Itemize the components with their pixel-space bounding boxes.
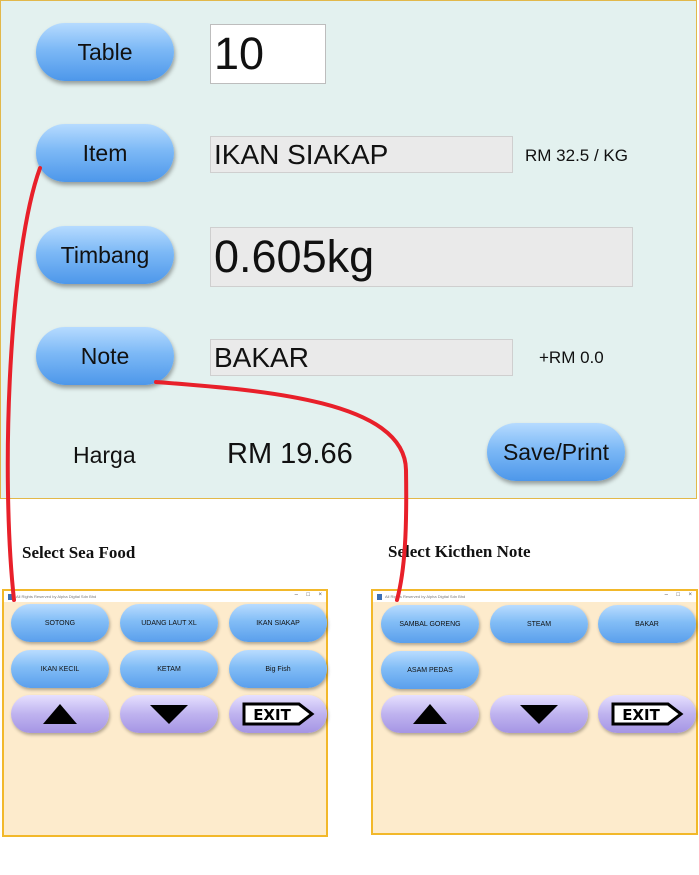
kitchen-note-label: ASAM PEDAS: [407, 666, 453, 674]
maximize-icon[interactable]: □: [306, 592, 310, 598]
scroll-up-button[interactable]: [381, 695, 479, 733]
kitchen-window-title: All Rights Reserved by Alpha Digital Sdn…: [385, 594, 466, 599]
item-unit-price: RM 32.5 / KG: [525, 146, 628, 165]
table-number-field[interactable]: 10: [210, 24, 326, 84]
seafood-item-button[interactable]: Big Fish: [229, 650, 327, 688]
triangle-up-icon: [43, 704, 77, 724]
note-field[interactable]: BAKAR: [210, 339, 513, 376]
maximize-icon[interactable]: □: [676, 592, 680, 598]
app-icon: [8, 593, 13, 600]
triangle-down-icon: [520, 704, 558, 724]
exit-icon: EXIT: [611, 702, 684, 726]
kitchen-note-button[interactable]: STEAM: [490, 605, 588, 643]
seafood-item-button[interactable]: IKAN KECIL: [11, 650, 109, 688]
minimize-icon[interactable]: –: [295, 592, 298, 598]
kitchen-note-button[interactable]: ASAM PEDAS: [381, 651, 479, 689]
kitchen-note-button[interactable]: BAKAR: [598, 605, 696, 643]
order-entry-panel: Table 10 Item IKAN SIAKAP RM 32.5 / KG T…: [0, 0, 697, 499]
save-print-button-label: Save/Print: [502, 438, 610, 465]
table-button-label: Table: [77, 38, 133, 65]
harga-value: RM 19.66: [227, 438, 353, 470]
exit-label: EXIT: [622, 706, 660, 724]
kitchen-note-button[interactable]: SAMBAL GORENG: [381, 605, 479, 643]
item-name-field[interactable]: IKAN SIAKAP: [210, 136, 513, 173]
triangle-down-icon: [150, 704, 188, 724]
save-print-button[interactable]: Save/Print: [487, 423, 625, 481]
exit-label: EXIT: [253, 706, 291, 724]
seafood-item-button[interactable]: KETAM: [120, 650, 218, 688]
note-button[interactable]: Note: [36, 327, 174, 385]
exit-button[interactable]: EXIT: [229, 695, 327, 733]
harga-label: Harga: [73, 442, 136, 468]
kitchen-note-caption: Select Kicthen Note: [388, 542, 531, 561]
kitchen-window-titlebar: All Rights Reserved by Alpha Digital Sdn…: [373, 591, 696, 602]
seafood-item-label: SOTONG: [44, 619, 76, 627]
note-button-label: Note: [80, 342, 130, 369]
seafood-window-titlebar: All Rights Reserved by Alpha Digital Sdn…: [4, 591, 326, 602]
weight-field[interactable]: 0.605kg: [210, 227, 633, 287]
seafood-item-label: IKAN KECIL: [40, 665, 80, 673]
close-icon[interactable]: ×: [318, 592, 322, 598]
seafood-item-label: UDANG LAUT XL: [141, 619, 197, 627]
item-button-label: Item: [82, 139, 128, 166]
app-icon: [377, 593, 382, 600]
item-button[interactable]: Item: [36, 124, 174, 182]
seafood-item-label: IKAN SIAKAP: [256, 619, 300, 627]
exit-icon: EXIT: [242, 702, 315, 726]
timbang-button[interactable]: Timbang: [36, 226, 174, 284]
close-icon[interactable]: ×: [688, 592, 692, 598]
table-button[interactable]: Table: [36, 23, 174, 81]
kitchen-note-label: BAKAR: [635, 620, 659, 628]
seafood-item-label: KETAM: [157, 665, 181, 673]
kitchen-note-label: STEAM: [526, 620, 552, 628]
scroll-down-button[interactable]: [490, 695, 588, 733]
timbang-button-label: Timbang: [60, 241, 150, 268]
seafood-caption: Select Sea Food: [22, 543, 136, 562]
minimize-icon[interactable]: –: [665, 592, 668, 598]
exit-button[interactable]: EXIT: [598, 695, 696, 733]
kitchen-note-label: SAMBAL GORENG: [399, 620, 461, 628]
seafood-item-button[interactable]: UDANG LAUT XL: [120, 604, 218, 642]
kitchen-note-window: All Rights Reserved by Alpha Digital Sdn…: [371, 589, 698, 835]
scroll-up-button[interactable]: [11, 695, 109, 733]
triangle-up-icon: [413, 704, 447, 724]
seafood-window-title: All Rights Reserved by Alpha Digital Sdn…: [16, 594, 97, 599]
seafood-window: All Rights Reserved by Alpha Digital Sdn…: [2, 589, 328, 837]
seafood-item-button[interactable]: IKAN SIAKAP: [229, 604, 327, 642]
note-extra-price: +RM 0.0: [539, 348, 604, 367]
scroll-down-button[interactable]: [120, 695, 218, 733]
seafood-item-label: Big Fish: [265, 665, 291, 673]
seafood-item-button[interactable]: SOTONG: [11, 604, 109, 642]
